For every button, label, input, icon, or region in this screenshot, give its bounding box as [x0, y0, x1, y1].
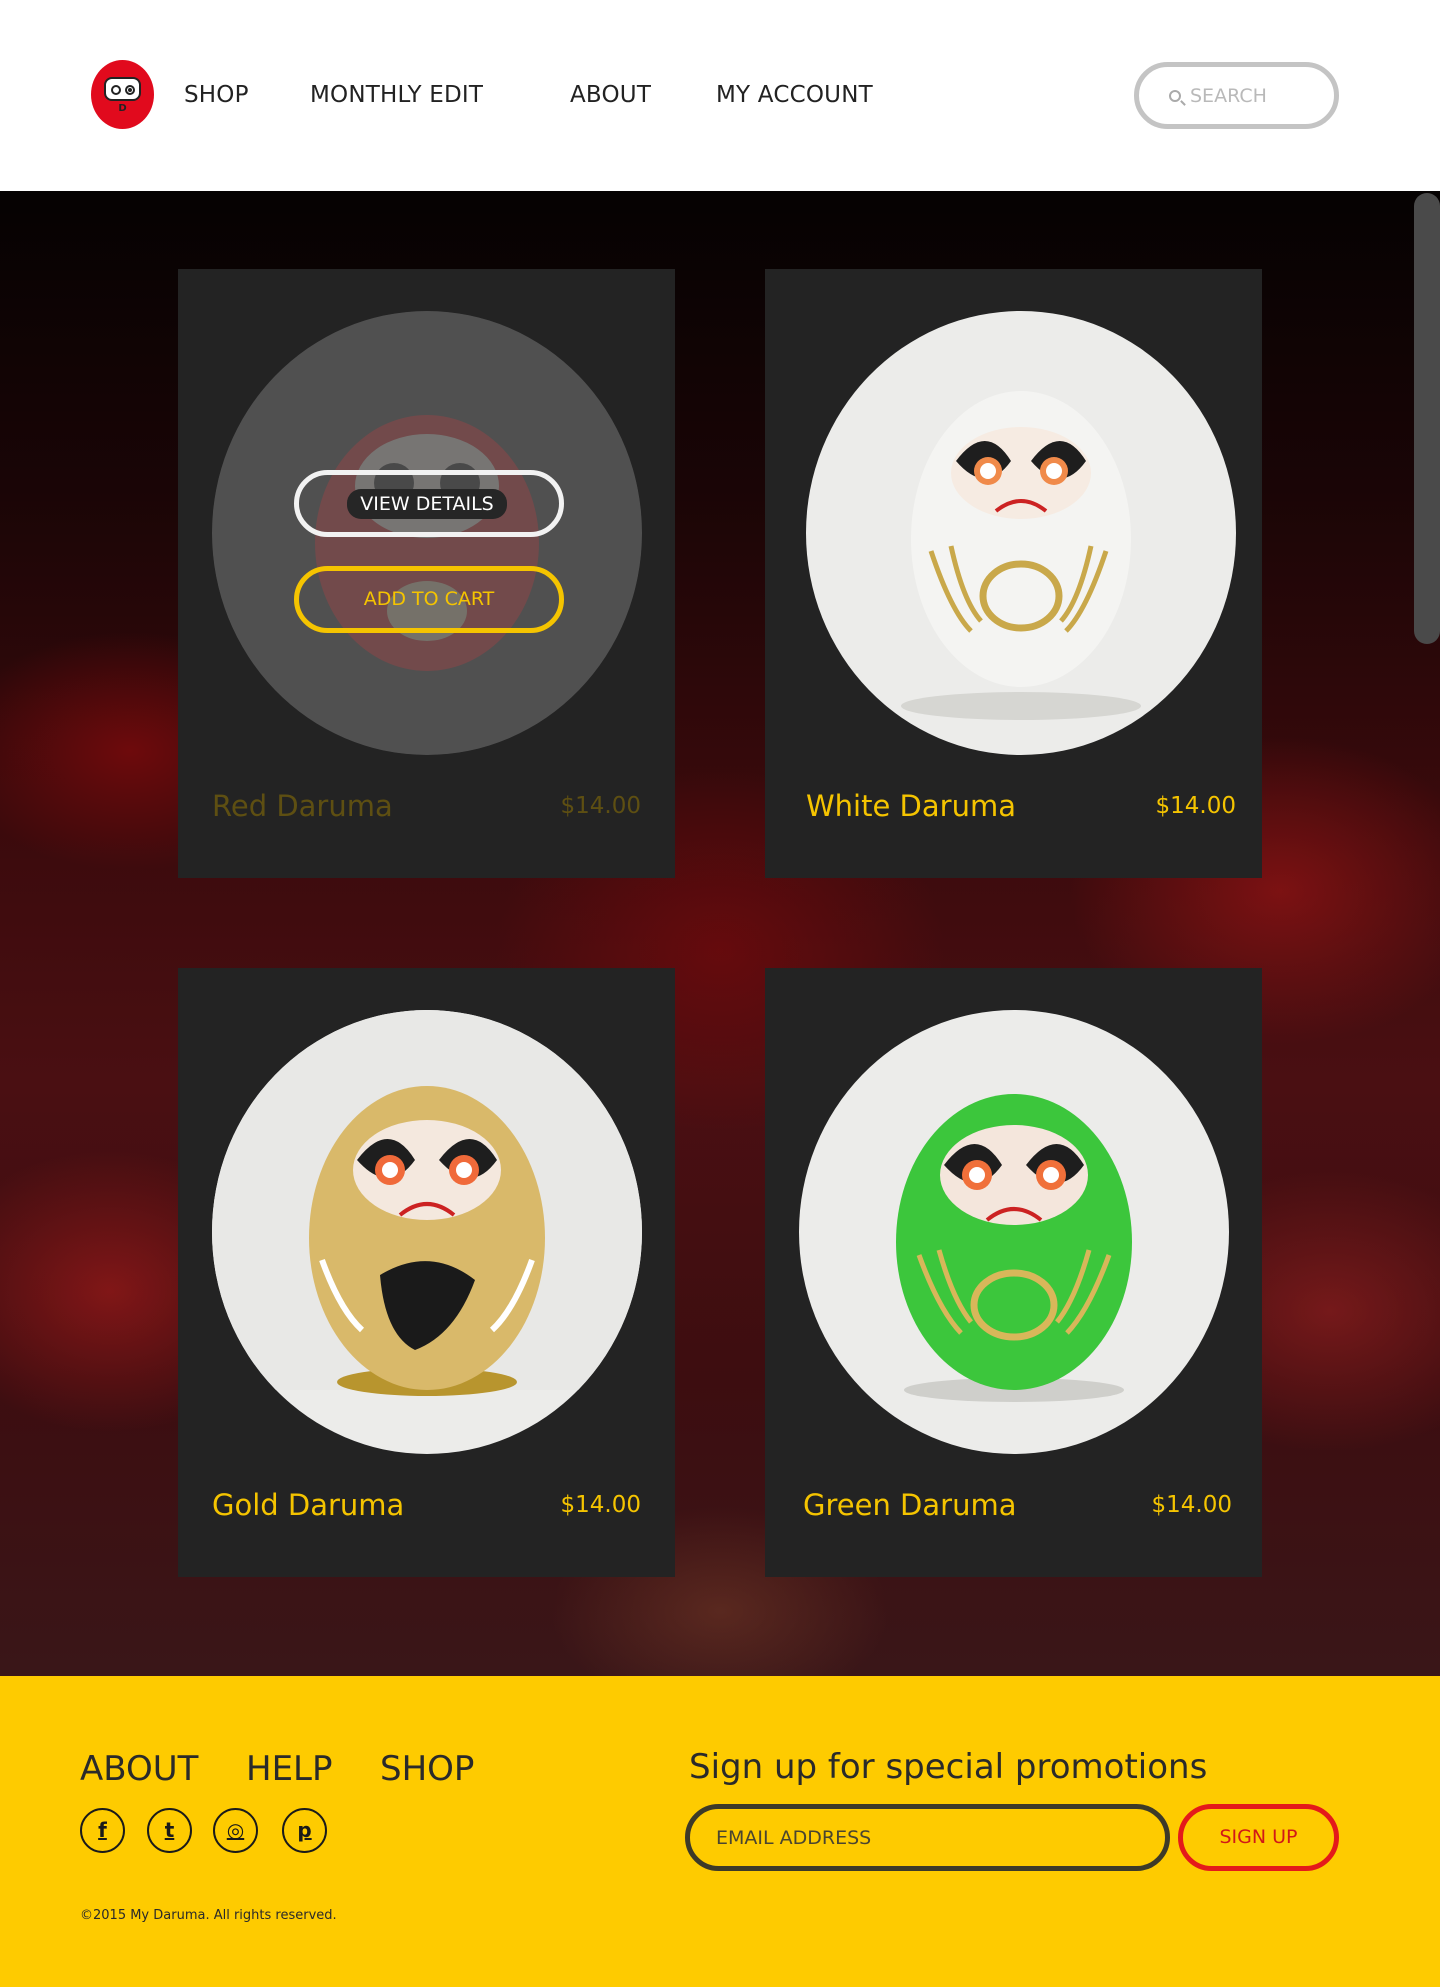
product-image[interactable]	[806, 311, 1236, 755]
product-price: $14.00	[1151, 1492, 1232, 1518]
nav-my-account[interactable]: MY ACCOUNT	[716, 82, 873, 108]
product-card-white[interactable]: White Daruma $14.00	[765, 269, 1262, 878]
copyright-text: ©2015 My Daruma. All rights reserved.	[80, 1908, 337, 1923]
product-price: $14.00	[1155, 793, 1236, 819]
email-field[interactable]	[685, 1804, 1170, 1871]
facebook-icon[interactable]: f	[80, 1808, 125, 1853]
search-input[interactable]	[1190, 83, 1320, 109]
nav-monthly-edit[interactable]: MONTHLY EDIT	[310, 82, 483, 108]
product-image[interactable]: VIEW DETAILS ADD TO CART	[212, 311, 642, 755]
product-name[interactable]: Green Daruma	[803, 1488, 1016, 1522]
product-name[interactable]: Red Daruma	[212, 789, 393, 823]
site-header: D SHOP MONTHLY EDIT ABOUT MY ACCOUNT	[0, 0, 1440, 191]
daruma-white-image	[901, 391, 1141, 720]
daruma-green-image	[896, 1094, 1132, 1402]
product-image[interactable]	[799, 1010, 1229, 1454]
footer-link-shop[interactable]: SHOP	[380, 1749, 474, 1789]
product-name[interactable]: Gold Daruma	[212, 1488, 404, 1522]
page-scrollbar[interactable]	[1414, 193, 1440, 644]
email-input[interactable]	[716, 1825, 1136, 1851]
twitter-icon[interactable]: t	[147, 1808, 192, 1853]
product-card-green[interactable]: Green Daruma $14.00	[765, 968, 1262, 1577]
product-price: $14.00	[560, 1492, 641, 1518]
search-box[interactable]	[1134, 62, 1339, 129]
instagram-icon[interactable]: ◎	[213, 1808, 258, 1853]
site-footer: ABOUT HELP SHOP f t ◎ p ©2015 My Daruma.…	[0, 1676, 1440, 1987]
product-card-gold[interactable]: Gold Daruma $14.00	[178, 968, 675, 1577]
product-card-red[interactable]: VIEW DETAILS ADD TO CART Red Daruma $14.…	[178, 269, 675, 878]
sign-up-button[interactable]: SIGN UP	[1178, 1804, 1339, 1871]
promo-heading: Sign up for special promotions	[689, 1747, 1208, 1787]
scrollbar-thumb[interactable]	[1414, 193, 1440, 644]
product-name[interactable]: White Daruma	[806, 789, 1016, 823]
product-price: $14.00	[560, 793, 641, 819]
product-showcase: VIEW DETAILS ADD TO CART Red Daruma $14.…	[0, 191, 1440, 1676]
product-image[interactable]	[212, 1010, 642, 1454]
daruma-gold-image	[212, 1010, 642, 1396]
pinterest-icon[interactable]: p	[282, 1808, 327, 1853]
add-to-cart-button[interactable]: ADD TO CART	[294, 566, 564, 633]
search-icon	[1169, 90, 1181, 102]
nav-shop[interactable]: SHOP	[184, 82, 249, 108]
logo-letter: D	[118, 103, 127, 114]
footer-link-about[interactable]: ABOUT	[80, 1749, 198, 1789]
daruma-logo[interactable]: D	[91, 60, 154, 129]
footer-link-help[interactable]: HELP	[246, 1749, 333, 1789]
view-details-button[interactable]: VIEW DETAILS	[294, 470, 564, 537]
nav-about[interactable]: ABOUT	[570, 82, 651, 108]
